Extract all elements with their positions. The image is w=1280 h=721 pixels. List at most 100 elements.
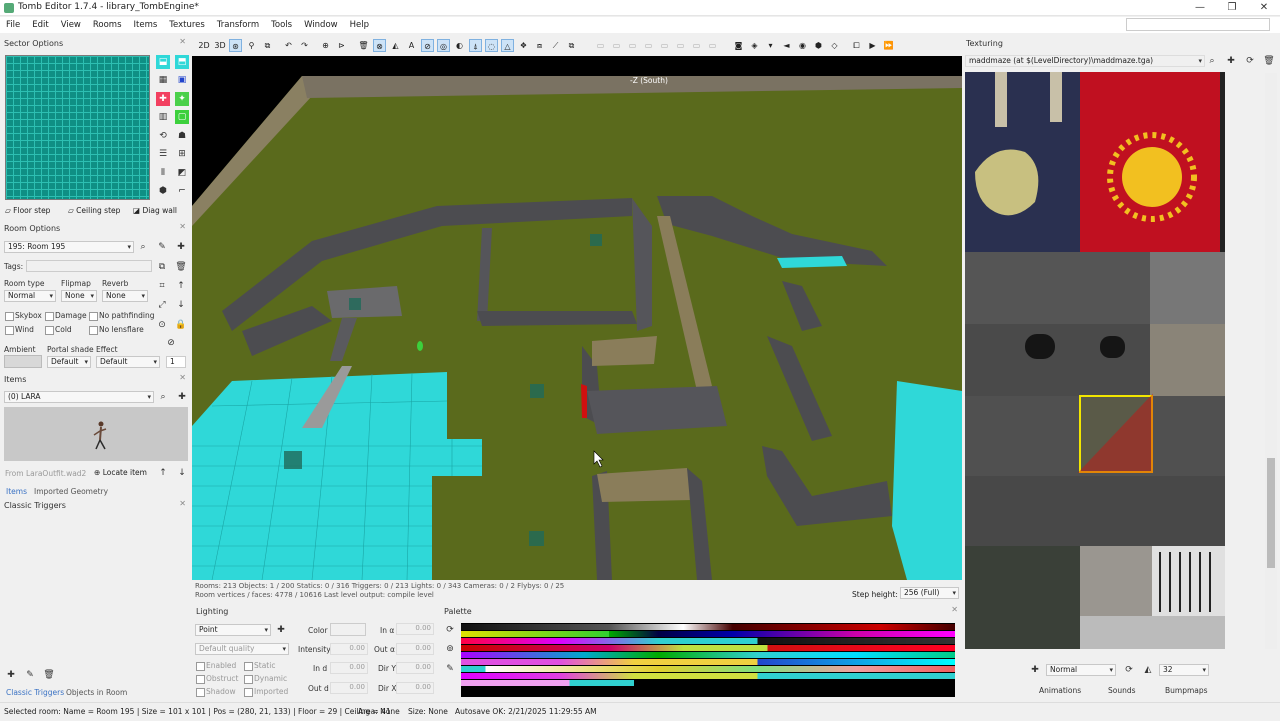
portal-view-icon[interactable]: ◭ bbox=[389, 39, 402, 52]
tab-imported-geometry[interactable]: Imported Geometry bbox=[34, 487, 108, 496]
cold-checkbox[interactable]: Cold bbox=[45, 325, 72, 335]
lock-icon[interactable]: ⊙ bbox=[155, 318, 169, 332]
menu-edit[interactable]: Edit bbox=[26, 17, 54, 33]
reset-palette-icon[interactable]: ⟳ bbox=[443, 623, 457, 637]
copy-icon[interactable]: ⧉ bbox=[261, 39, 274, 52]
flyby-icon[interactable]: ◈ bbox=[748, 39, 761, 52]
no-pathfinding-checkbox[interactable]: No pathfinding bbox=[89, 311, 154, 321]
menu-rooms[interactable]: Rooms bbox=[87, 17, 128, 33]
locate-item-button[interactable]: ⊕ Locate item bbox=[91, 466, 153, 479]
close-icon[interactable]: ✕ bbox=[179, 222, 186, 231]
box-icon[interactable]: ▣ bbox=[175, 73, 189, 87]
portal-icon[interactable]: ▢ bbox=[175, 110, 189, 124]
disabled-tool-2-icon[interactable]: ▭ bbox=[610, 39, 623, 52]
arrow-up-icon[interactable]: ↑ bbox=[174, 279, 188, 293]
sink-icon[interactable]: ▾ bbox=[764, 39, 777, 52]
skybox-checkbox[interactable]: Skybox bbox=[5, 311, 42, 321]
dir-x-input[interactable]: 0.00 bbox=[396, 682, 434, 694]
disabled-tool-4-icon[interactable]: ▭ bbox=[642, 39, 655, 52]
disabled-tool-5-icon[interactable]: ▭ bbox=[658, 39, 671, 52]
tab-classic-triggers[interactable]: Classic Triggers bbox=[6, 688, 64, 697]
add-light-icon[interactable]: ✚ bbox=[274, 623, 288, 637]
in-a-input[interactable]: 0.00 bbox=[396, 623, 434, 635]
room-selector[interactable]: 195: Room 195 bbox=[4, 241, 134, 253]
reload-icon[interactable]: ⟳ bbox=[1243, 54, 1257, 68]
static-checkbox[interactable]: Static bbox=[244, 661, 275, 671]
portal-shade-combo[interactable]: Default bbox=[47, 356, 91, 368]
blend-mode-combo[interactable]: Normal bbox=[1046, 664, 1116, 676]
undo-icon[interactable]: ↶ bbox=[282, 39, 295, 52]
palette-grid[interactable] bbox=[461, 623, 955, 697]
enabled-checkbox[interactable]: Enabled bbox=[196, 661, 236, 671]
floor-icon[interactable]: ⬓ bbox=[156, 55, 170, 69]
box-edit-icon[interactable]: ⧈ bbox=[533, 39, 546, 52]
no-lensflare-checkbox[interactable]: No lensflare bbox=[89, 325, 144, 335]
ambient-color-swatch[interactable] bbox=[4, 355, 42, 368]
out-a-input[interactable]: 0.00 bbox=[396, 643, 434, 655]
disabled-tool-8-icon[interactable]: ▭ bbox=[706, 39, 719, 52]
hide-lines-icon[interactable]: ⟋ bbox=[549, 39, 562, 52]
trash-icon[interactable]: 🗑 bbox=[357, 39, 370, 52]
cube-icon[interactable]: ⬢ bbox=[156, 184, 170, 198]
ceiling-step-button[interactable]: ▱ Ceiling step bbox=[68, 206, 128, 218]
search-input[interactable] bbox=[1126, 18, 1270, 31]
room-type-combo[interactable]: Normal bbox=[4, 290, 56, 302]
dynamic-checkbox[interactable]: Dynamic bbox=[244, 674, 287, 684]
text-icon[interactable]: A bbox=[405, 39, 418, 52]
eyedropper-icon[interactable]: ✎ bbox=[443, 662, 457, 676]
flythrough-icon[interactable]: ⊳ bbox=[335, 39, 348, 52]
export-icon[interactable]: ⧠ bbox=[850, 39, 863, 52]
light-quality-combo[interactable]: Default quality bbox=[195, 643, 289, 655]
arrow-down-icon[interactable]: ↓ bbox=[175, 466, 189, 480]
menu-file[interactable]: File bbox=[0, 17, 26, 33]
add-icon[interactable]: ✚ bbox=[4, 668, 18, 682]
wind-checkbox[interactable]: Wind bbox=[5, 325, 34, 335]
search-icon[interactable]: ⌕ bbox=[136, 240, 150, 254]
face-edit-icon[interactable]: ⊛ bbox=[229, 39, 242, 52]
load-palette-icon[interactable]: ⊚ bbox=[443, 642, 457, 656]
add-icon[interactable]: ✚ bbox=[1224, 54, 1238, 68]
rotate-icon[interactable]: ⟳ bbox=[1122, 663, 1136, 677]
sound-source-icon[interactable]: ◉ bbox=[796, 39, 809, 52]
step-height-combo[interactable]: 256 (Full) bbox=[900, 587, 959, 599]
tab-bumpmaps[interactable]: Bumpmaps bbox=[1165, 686, 1208, 695]
fast-forward-icon[interactable]: ⏩ bbox=[882, 39, 895, 52]
tab-sounds[interactable]: Sounds bbox=[1108, 686, 1136, 695]
imported-geometry-icon[interactable]: ⬢ bbox=[812, 39, 825, 52]
light-icon[interactable]: ⚲ bbox=[245, 39, 258, 52]
play-icon[interactable]: ▶ bbox=[866, 39, 879, 52]
static-icon[interactable]: ❖ bbox=[517, 39, 530, 52]
triangle-icon[interactable]: ◩ bbox=[175, 166, 189, 180]
edit-icon[interactable]: ✎ bbox=[155, 240, 169, 254]
texture-atlas-view[interactable] bbox=[965, 72, 1225, 649]
crop-icon[interactable]: ⌗ bbox=[155, 279, 169, 293]
menu-tools[interactable]: Tools bbox=[265, 17, 298, 33]
triangle-icon[interactable]: ◭ bbox=[1141, 663, 1155, 677]
copy-icon[interactable]: ⧉ bbox=[155, 260, 169, 274]
add-icon[interactable]: ✚ bbox=[175, 390, 189, 404]
columns-icon[interactable]: ⦀ bbox=[156, 166, 170, 180]
monkey-icon[interactable]: ✦ bbox=[175, 92, 189, 106]
sound-icon[interactable]: ◄ bbox=[780, 39, 793, 52]
menu-items[interactable]: Items bbox=[128, 17, 164, 33]
ceiling-icon[interactable]: ⬒ bbox=[175, 55, 189, 69]
texture-scrollbar[interactable] bbox=[1265, 73, 1277, 649]
search-icon[interactable]: ⌕ bbox=[156, 390, 170, 404]
center-icon[interactable]: ⊕ bbox=[319, 39, 332, 52]
effect-strength-input[interactable]: 1 bbox=[166, 356, 186, 368]
compass-icon[interactable]: ⊘ bbox=[421, 39, 434, 52]
floor-step-button[interactable]: ▱ Floor step bbox=[5, 206, 63, 218]
ghost-block-icon[interactable]: ◇ bbox=[828, 39, 841, 52]
camera-icon[interactable]: ◙ bbox=[732, 39, 745, 52]
delete-icon[interactable]: 🗑 bbox=[1262, 54, 1276, 68]
resize-icon[interactable]: ⤢ bbox=[155, 298, 169, 312]
view-3d-button[interactable]: 3D bbox=[213, 39, 227, 52]
close-icon[interactable]: ✕ bbox=[951, 605, 958, 614]
menu-textures[interactable]: Textures bbox=[163, 17, 211, 33]
out-d-input[interactable]: 0.00 bbox=[330, 682, 368, 694]
disabled-tool-3-icon[interactable]: ▭ bbox=[626, 39, 639, 52]
menu-view[interactable]: View bbox=[55, 17, 87, 33]
wall-icon[interactable]: ▦ bbox=[156, 73, 170, 87]
close-button[interactable]: ✕ bbox=[1248, 0, 1280, 16]
disabled-tool-1-icon[interactable]: ▭ bbox=[594, 39, 607, 52]
